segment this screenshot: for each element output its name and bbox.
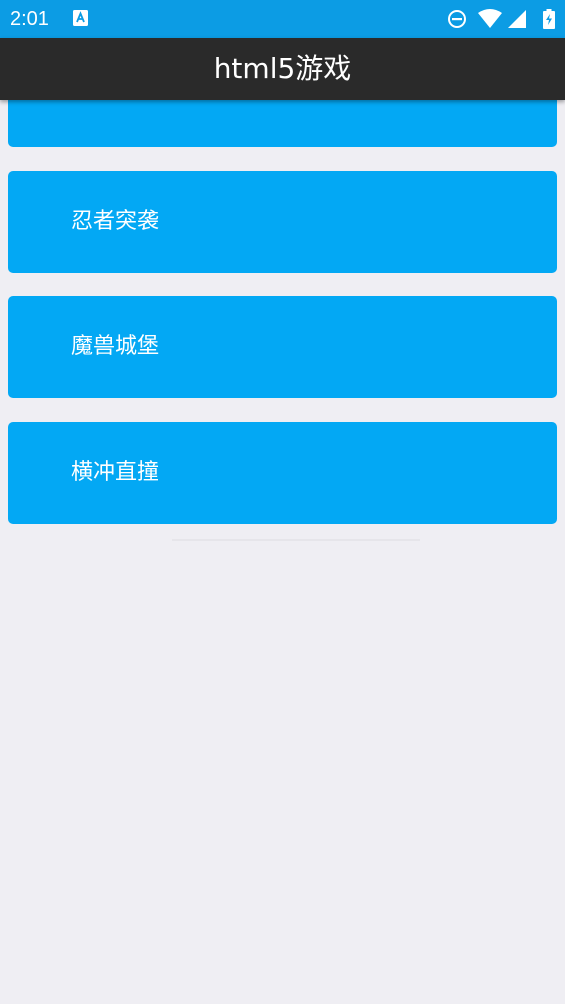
status-icons (447, 9, 557, 29)
status-time: 2:01 (10, 8, 49, 30)
game-item-partial[interactable] (8, 100, 557, 147)
game-item-label: 忍者突袭 (71, 209, 160, 234)
status-bar: 2:01 (0, 0, 565, 38)
game-list[interactable]: 忍者突袭 魔兽城堡 横冲直撞 (0, 100, 565, 1004)
game-item-label: 横冲直撞 (71, 460, 160, 485)
game-item-rampage[interactable]: 横冲直撞 (8, 422, 557, 524)
a-icon (73, 10, 88, 26)
list-end-divider (172, 539, 420, 541)
do-not-disturb-icon (448, 10, 466, 28)
game-item-ninja-raid[interactable]: 忍者突袭 (8, 171, 557, 273)
signal-icon (508, 10, 526, 28)
wifi-icon (478, 9, 502, 28)
battery-charging-icon (543, 9, 555, 29)
app-bar: html5游戏 (0, 38, 565, 100)
game-item-warcraft-castle[interactable]: 魔兽城堡 (8, 296, 557, 398)
game-item-label: 魔兽城堡 (71, 334, 160, 359)
page-title: html5游戏 (213, 52, 352, 85)
